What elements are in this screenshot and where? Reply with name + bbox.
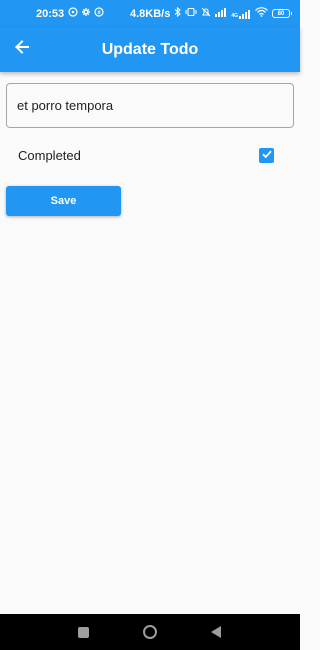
- back-icon[interactable]: [210, 625, 222, 644]
- battery-icon: 80: [272, 9, 292, 18]
- svg-text:d: d: [98, 10, 101, 16]
- status-bar: 20:53 d 4.8KB/s 4G 80: [0, 0, 300, 27]
- completed-checkbox[interactable]: [259, 148, 274, 163]
- notification-icon: d: [94, 7, 104, 20]
- status-left-icons: d: [68, 7, 104, 20]
- todo-title-input[interactable]: [6, 83, 294, 128]
- save-button[interactable]: Save: [6, 186, 121, 216]
- checkmark-icon: [261, 147, 273, 165]
- page-title: Update Todo: [101, 41, 199, 58]
- whatsapp-icon: [68, 7, 78, 20]
- bluetooth-icon: [174, 6, 182, 20]
- settings-icon: [81, 7, 91, 20]
- vibrate-icon: [185, 7, 197, 20]
- wifi-icon: [255, 7, 268, 20]
- alarm-off-icon: [201, 7, 211, 20]
- home-icon[interactable]: [143, 625, 157, 639]
- app-bar: Update Todo: [0, 27, 300, 72]
- system-nav-bar: [0, 614, 300, 650]
- net-speed: 4.8KB/s: [129, 7, 171, 20]
- signal-4g-icon: 4G: [231, 9, 251, 19]
- completed-label: Completed: [18, 148, 81, 163]
- signal-icon: [215, 7, 227, 20]
- status-time: 20:53: [36, 7, 65, 20]
- app-screen: 20:53 d 4.8KB/s 4G 80 Update Todo et por…: [0, 0, 300, 650]
- battery-level: 80: [277, 10, 285, 17]
- signal-type-label: 4G: [231, 12, 238, 19]
- completed-row[interactable]: Completed: [0, 138, 300, 174]
- status-right: 4.8KB/s 4G 80: [129, 6, 292, 20]
- recent-apps-icon[interactable]: [78, 627, 89, 638]
